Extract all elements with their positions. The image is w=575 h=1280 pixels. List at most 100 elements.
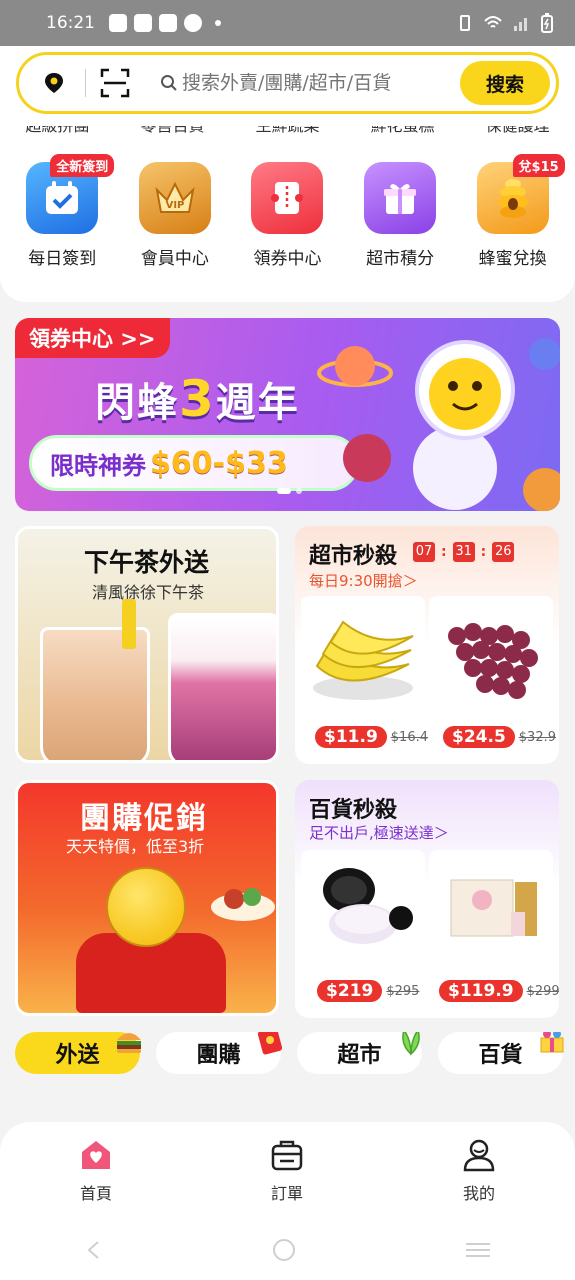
group-card-title: 團購促銷 <box>80 801 208 836</box>
skincare-set-price: $119.9 $299 <box>439 980 559 1002</box>
notification-icon <box>159 14 177 32</box>
tea-card-title: 下午茶外送 <box>84 548 210 577</box>
quick-link-daily-checkin[interactable]: 全新簽到 每日簽到 <box>12 154 115 269</box>
nav-home[interactable]: 首頁 <box>56 1138 136 1204</box>
tab-department-store[interactable]: 百貨 <box>438 1032 564 1074</box>
system-navigation <box>0 1220 575 1280</box>
food-plate-image <box>211 888 275 921</box>
home-icon <box>82 1141 110 1169</box>
banner-tag[interactable]: 領券中心 >> <box>15 318 170 358</box>
loose-powder-price: $219 $295 <box>317 980 419 1002</box>
notification-icon <box>134 14 152 32</box>
grape-price: $24.5 $32.9 <box>443 726 556 748</box>
bee-mascot-image <box>106 867 186 947</box>
afternoon-tea-card[interactable]: 下午茶外送 清風徐徐下午茶 <box>15 526 279 763</box>
banner-title-text: 週年 <box>215 380 300 426</box>
straw-image <box>122 599 136 649</box>
profile-icon <box>463 1139 495 1172</box>
orders-icon <box>271 1140 303 1171</box>
original-price: $299 <box>526 983 559 999</box>
status-time: 16:21 <box>46 13 95 33</box>
quick-link-label: 領券中心 <box>253 249 322 269</box>
back-icon[interactable] <box>83 1239 105 1261</box>
signal-icon <box>514 18 527 31</box>
original-price: $32.9 <box>518 729 556 745</box>
nav-orders[interactable]: 訂單 <box>247 1138 327 1204</box>
bee-astronaut-illustration <box>317 338 560 511</box>
search-button[interactable]: 搜索 <box>460 61 550 105</box>
banner-title: 閃蜂3週年 <box>95 370 300 428</box>
banner-deal: 限時神券 $60-$33 <box>29 435 359 491</box>
group-card-subtitle: 天天特價，低至3折 <box>66 837 205 856</box>
quick-link-cut[interactable]: 超級拼團 <box>25 126 89 138</box>
burger-icon <box>117 1033 141 1053</box>
battery-icon <box>541 13 553 33</box>
banner-deal-price: $60-$33 <box>150 445 288 481</box>
market-flash-sale-card[interactable]: 超市秒殺 07: 31: 26 每日9:30開搶＞ $11.9 $16.4 $2… <box>295 526 559 764</box>
promo-banner[interactable]: 領券中心 >> 閃蜂3週年 限時神券 $60-$33 <box>15 318 560 511</box>
quick-link-badge: 全新簽到 <box>50 154 115 177</box>
market-flash-title: 超市秒殺 <box>309 544 398 569</box>
dept-flash-subtitle[interactable]: 足不出戶,極速送達＞ <box>309 822 449 843</box>
quick-link-cut[interactable]: 生鮮蔬菜 <box>255 126 319 138</box>
smoothie-image <box>168 613 276 760</box>
quick-link-label: 超市積分 <box>366 249 435 269</box>
gift-box-icon <box>364 162 437 234</box>
sale-price: $219 <box>317 980 383 1002</box>
quick-link-cut[interactable]: 保健護理 <box>485 126 549 138</box>
tab-label: 超市 <box>337 1043 382 1068</box>
tab-supermarket[interactable]: 超市 <box>297 1032 422 1074</box>
tab-label: 百貨 <box>478 1043 523 1068</box>
home-button-icon[interactable] <box>271 1237 297 1263</box>
tab-group-buy[interactable]: 團購 <box>156 1032 283 1074</box>
quick-link-coupon-center[interactable]: 領券中心 <box>237 162 337 269</box>
grape-image <box>448 623 538 699</box>
loose-powder-image <box>323 868 413 944</box>
pagination-dot <box>277 488 291 494</box>
quick-link-cut[interactable]: 鮮花蛋糕 <box>370 126 434 138</box>
original-price: $295 <box>386 983 420 999</box>
quick-link-label: 每日簽到 <box>28 249 97 269</box>
svg-text:VIP: VIP <box>165 200 184 211</box>
scan-icon[interactable] <box>100 68 130 98</box>
recents-icon[interactable] <box>464 1239 492 1261</box>
search-divider <box>85 69 86 97</box>
dept-flash-sale-card[interactable]: 百貨秒殺 足不出戶,極速送達＞ $219 $295 $119.9 $299 <box>295 780 559 1018</box>
nav-profile[interactable]: 我的 <box>439 1138 519 1204</box>
sale-price: $11.9 <box>315 726 387 748</box>
pagination-dot <box>296 488 302 494</box>
category-tabs: 外送 團購 超市 百貨 <box>15 1032 575 1076</box>
tab-delivery[interactable]: 外送 <box>15 1032 141 1074</box>
vip-crown-icon: VIP <box>138 162 211 234</box>
tea-card-subtitle: 清風徐徐下午茶 <box>92 583 205 602</box>
group-buy-card[interactable]: 團購促銷 天天特價，低至3折 <box>15 780 279 1016</box>
tab-label: 外送 <box>55 1043 100 1068</box>
dept-flash-title: 百貨秒殺 <box>309 798 398 823</box>
gift-box-icon <box>540 1032 564 1053</box>
vegetable-icon <box>402 1032 420 1056</box>
quick-link-market-points[interactable]: 超市積分 <box>350 162 450 269</box>
skincare-set-image <box>450 879 537 937</box>
countdown-minutes: 31 <box>452 542 475 562</box>
banner-title-number: 3 <box>179 370 216 428</box>
banana-image <box>313 620 414 700</box>
quick-link-cut[interactable]: 零售百貨 <box>140 126 204 138</box>
quick-link-badge: 兌$15 <box>512 154 565 177</box>
location-pin-icon[interactable] <box>43 72 65 94</box>
quick-link-honey-exchange[interactable]: 兌$15 蜂蜜兌換 <box>463 154 565 269</box>
more-notifications-icon <box>215 20 221 26</box>
banner-title-text: 閃蜂 <box>95 380 179 426</box>
search-input[interactable] <box>182 72 432 94</box>
original-price: $16.4 <box>390 729 428 745</box>
quick-link-label: 會員中心 <box>140 249 209 269</box>
search-bar[interactable]: 搜索 <box>16 52 559 114</box>
tab-label: 團購 <box>196 1043 241 1068</box>
quick-link-member-center[interactable]: VIP 會員中心 <box>125 162 225 269</box>
speed-icon <box>184 14 202 32</box>
countdown-timer: 07: 31: 26 <box>413 542 515 562</box>
banner-pagination <box>277 488 302 494</box>
bottom-nav: 首頁 訂單 我的 <box>0 1122 575 1280</box>
market-flash-subtitle[interactable]: 每日9:30開搶＞ <box>309 570 418 591</box>
nav-label: 我的 <box>462 1184 495 1203</box>
search-header: 搜索 <box>0 46 575 132</box>
